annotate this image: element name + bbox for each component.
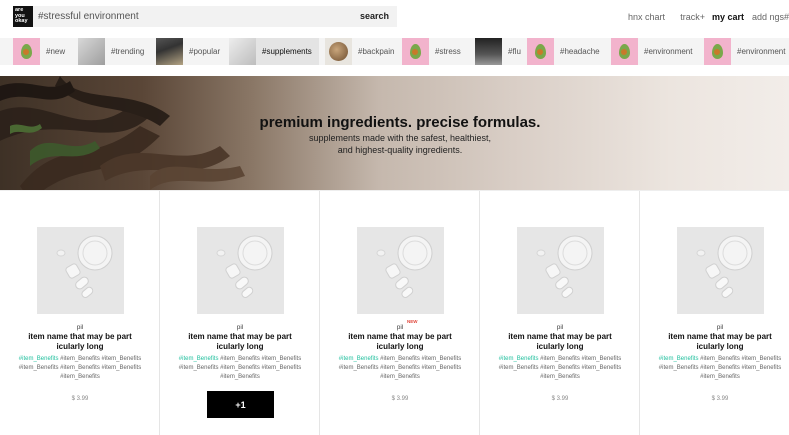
tag-thumbnail <box>402 38 429 65</box>
new-badge: NEW <box>407 319 418 324</box>
nav-add-ngs[interactable]: add ngs# <box>752 12 789 22</box>
tag-label: #supplements <box>262 47 312 56</box>
tag-thumbnail <box>475 38 502 65</box>
product-category: pil <box>76 324 84 331</box>
tag-item[interactable]: #supplements <box>229 38 319 65</box>
tag-item[interactable]: #stress <box>402 38 472 65</box>
hashtag-highlight[interactable]: #item_Benefits <box>659 356 699 362</box>
hero-banner: premium ingredients. precise formulas. s… <box>0 76 789 190</box>
tag-thumbnail <box>704 38 731 65</box>
hero-subtitle-line: supplements made with the safest, health… <box>308 133 492 143</box>
product-name[interactable]: item name that may be part icularly long <box>655 332 785 352</box>
nav-my-cart[interactable]: my cart <box>712 12 744 22</box>
tag-label: #environment <box>644 47 693 56</box>
product-image <box>357 227 444 314</box>
tag-label: #stress <box>435 47 461 56</box>
tag-item[interactable]: #flu <box>475 38 525 65</box>
product-card[interactable]: pil item name that may be part icularly l… <box>160 191 320 435</box>
hashtag-highlight[interactable]: #item_Benefits <box>339 356 379 362</box>
tag-label: #backpain <box>358 47 395 56</box>
tag-thumbnail <box>527 38 554 65</box>
tag-thumbnail <box>611 38 638 65</box>
product-category: pil <box>236 324 244 331</box>
hashtag-strip: #new #trending #popular #supplements #backpa… <box>0 38 789 65</box>
product-name[interactable]: item name that may be part icularly long <box>335 332 465 352</box>
product-thumbnail[interactable] <box>677 227 764 314</box>
search-button[interactable]: search <box>360 6 389 27</box>
product-card[interactable]: pil item name that may be part icularly l… <box>640 191 789 435</box>
top-bar: are you okay search hnx chart track+ my … <box>0 0 789 34</box>
product-price: $ 3.99 <box>71 396 89 402</box>
brand-logo[interactable]: are you okay <box>13 6 33 27</box>
tag-label: #flu <box>508 47 521 56</box>
product-name[interactable]: item name that may be part icularly long <box>495 332 625 352</box>
product-category: pil <box>396 324 404 331</box>
hashtag-highlight[interactable]: #item_Benefits <box>19 356 59 362</box>
product-thumbnail[interactable] <box>37 227 124 314</box>
tag-label: #new <box>46 47 66 56</box>
product-name[interactable]: item name that may be part icularly long <box>15 332 145 352</box>
product-card[interactable]: pil item name that may be part icularly l… <box>0 191 160 435</box>
hashtag-highlight[interactable]: #item_Benefits <box>179 356 219 362</box>
product-image <box>677 227 764 314</box>
hashtag-highlight[interactable]: #item_Benefits <box>499 356 539 362</box>
hero-title: premium ingredients. precise formulas. <box>259 114 541 131</box>
product-price: $ 3.99 <box>711 396 729 402</box>
tag-label: #trending <box>111 47 145 56</box>
product-thumbnail[interactable] <box>517 227 604 314</box>
tag-label: #environment <box>737 47 786 56</box>
product-category: pil <box>556 324 564 331</box>
product-price: $ 3.99 <box>391 396 409 402</box>
search-bar: search <box>33 6 397 27</box>
product-hashtags: #item_Benefits #item_Benefits #item_Bene… <box>490 355 630 382</box>
product-price: $ 3.99 <box>551 396 569 402</box>
tag-thumbnail <box>229 38 256 65</box>
product-grid: pil item name that may be part icularly l… <box>0 190 789 435</box>
product-hashtags: #item_Benefits #item_Benefits #item_Bene… <box>330 355 470 382</box>
product-name[interactable]: item name that may be part icularly long <box>175 332 305 352</box>
product-card[interactable]: pil NEW item name that may be part icularl… <box>320 191 480 435</box>
hero-subtitle-line: and highest-quality ingredients. <box>337 145 463 155</box>
product-card[interactable]: pil item name that may be part icularly l… <box>480 191 640 435</box>
tag-item[interactable]: #new <box>13 38 75 65</box>
nav-track[interactable]: track+ <box>680 12 705 22</box>
tag-thumbnail <box>325 38 352 65</box>
product-hashtags: #item_Benefits #item_Benefits #item_Bene… <box>170 355 310 382</box>
search-input[interactable] <box>38 6 358 27</box>
product-hashtags: #item_Benefits #item_Benefits #item_Bene… <box>10 355 150 382</box>
product-thumbnail[interactable] <box>197 227 284 314</box>
tag-item[interactable]: #backpain <box>325 38 400 65</box>
tag-item[interactable]: #trending <box>78 38 152 65</box>
tag-thumbnail <box>78 38 105 65</box>
product-image <box>37 227 124 314</box>
product-image <box>517 227 604 314</box>
logo-line: okay <box>15 18 28 24</box>
hero-subtitle: supplements made with the safest, health… <box>0 132 789 156</box>
product-thumbnail[interactable] <box>357 227 444 314</box>
tag-item[interactable]: #environment <box>704 38 789 65</box>
product-image <box>197 227 284 314</box>
product-hashtags: #item_Benefits #item_Benefits #item_Bene… <box>650 355 789 382</box>
product-category: pil <box>716 324 724 331</box>
tag-label: #headache <box>560 47 600 56</box>
tag-label: #popular <box>189 47 221 56</box>
tag-item[interactable]: #popular <box>156 38 226 65</box>
tag-thumbnail <box>156 38 183 65</box>
tag-thumbnail <box>13 38 40 65</box>
nav-hnx-chart[interactable]: hnx chart <box>628 12 665 22</box>
tag-item[interactable]: #environment <box>611 38 703 65</box>
add-to-cart-button[interactable]: +1 <box>207 391 274 418</box>
tag-item[interactable]: #headache <box>527 38 608 65</box>
